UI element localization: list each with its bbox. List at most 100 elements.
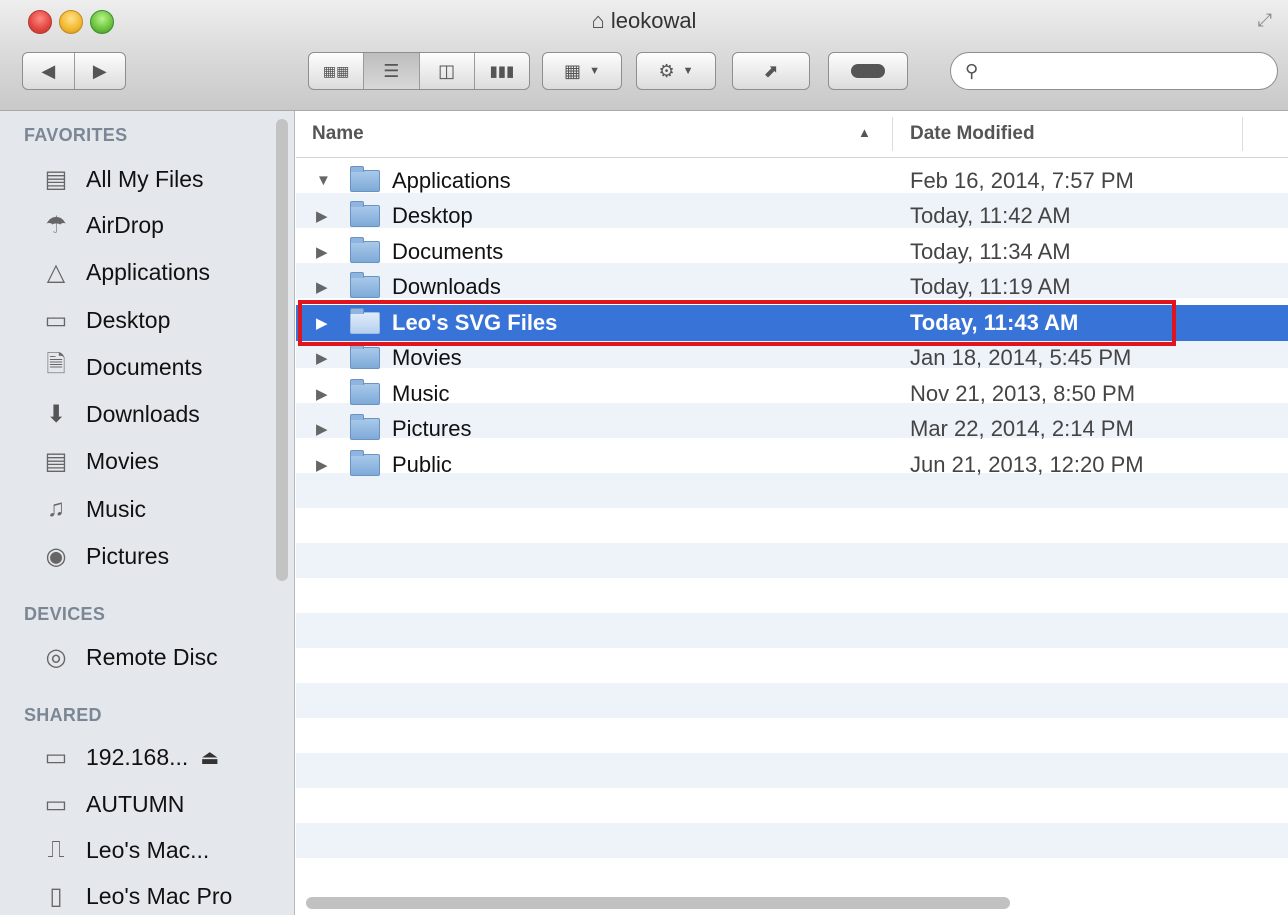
sidebar-item-desktop[interactable]: ▭ Desktop — [40, 300, 171, 340]
titlebar: ⌂ leokowal ⤢ ◀ ▶ ▦▦ ☰ ◫ ▮▮▮ ▦ ▼ ⚙ ▼ ⬈ ⚲ — [0, 0, 1288, 111]
sidebar-item-all-my-files[interactable]: ▤ All My Files — [40, 159, 204, 199]
sidebar-item-label: Pictures — [86, 542, 170, 569]
share-icon: ⬈ — [763, 60, 779, 81]
sidebar-item-label: Documents — [86, 353, 203, 380]
sidebar-item-downloads[interactable]: ⬇ Downloads — [40, 394, 200, 434]
documents-icon: 🗎 — [46, 350, 66, 378]
disclosure-collapsed-icon[interactable]: ▶ — [316, 243, 328, 261]
disclosure-collapsed-icon[interactable]: ▶ — [316, 207, 328, 225]
sidebar-heading-shared: SHARED — [24, 705, 102, 725]
table-row-selected[interactable]: ▶ Leo's SVG Files Today, 11:43 AM — [296, 305, 1288, 341]
back-icon[interactable]: ◀ — [23, 53, 75, 89]
date-modified: Jun 21, 2013, 12:20 PM — [910, 451, 1144, 477]
row-stripe — [296, 648, 1288, 683]
table-row[interactable]: ▶ Music Nov 21, 2013, 8:50 PM — [296, 376, 1288, 412]
file-list: Name ▲ Date Modified ▼ Applications Feb 16… — [296, 111, 1288, 915]
sidebar-item-remote-disc[interactable]: ◎ Remote Disc — [40, 637, 218, 677]
forward-icon[interactable]: ▶ — [75, 53, 126, 89]
column-header-date-modified[interactable]: Date Modified — [910, 111, 1035, 157]
sidebar-item-label: AUTUMN — [86, 790, 185, 817]
disclosure-collapsed-icon[interactable]: ▶ — [316, 314, 328, 332]
list-view-icon[interactable]: ☰ — [364, 53, 420, 89]
row-stripe — [296, 788, 1288, 823]
folder-icon — [350, 307, 380, 334]
sidebar-scrollbar[interactable] — [276, 119, 288, 581]
file-name: Pictures — [392, 416, 472, 442]
table-row[interactable]: ▶ Movies Jan 18, 2014, 5:45 PM — [296, 341, 1288, 377]
sidebar: FAVORITES ▤ All My Files ☂ AirDrop △ Applic… — [0, 111, 295, 915]
sidebar-item-label: AirDrop — [86, 211, 164, 238]
sidebar-item-movies[interactable]: ▤ Movies — [40, 441, 159, 481]
table-row[interactable]: ▶ Desktop Today, 11:42 AM — [296, 199, 1288, 235]
horizontal-scrollbar[interactable] — [306, 897, 1010, 909]
disclosure-collapsed-icon[interactable]: ▶ — [316, 385, 328, 403]
row-stripe — [296, 858, 1288, 893]
sidebar-item-applications[interactable]: △ Applications — [40, 252, 210, 292]
sidebar-item-music[interactable]: ♫ Music — [40, 489, 146, 529]
finder-window: ⌂ leokowal ⤢ ◀ ▶ ▦▦ ☰ ◫ ▮▮▮ ▦ ▼ ⚙ ▼ ⬈ ⚲ … — [0, 0, 1288, 915]
nav-buttons: ◀ ▶ — [22, 52, 126, 90]
date-modified: Feb 16, 2014, 7:57 PM — [910, 167, 1134, 193]
search-input[interactable] — [986, 59, 1277, 83]
cover-flow-icon[interactable]: ▮▮▮ — [475, 53, 529, 89]
column-view-icon[interactable]: ◫ — [420, 53, 475, 89]
folder-icon — [350, 165, 380, 192]
eject-icon[interactable]: ⏏ — [200, 745, 219, 770]
sidebar-item-label: Leo's Mac Pro — [86, 882, 233, 909]
arrange-button[interactable]: ▦ ▼ — [542, 52, 622, 90]
share-button[interactable]: ⬈ — [732, 52, 810, 90]
sidebar-item-pictures[interactable]: ◉ Pictures — [40, 536, 170, 576]
date-modified: Nov 21, 2013, 8:50 PM — [910, 380, 1136, 406]
pictures-icon: ◉ — [45, 542, 67, 570]
column-header-name[interactable]: Name — [312, 111, 364, 157]
fullscreen-icon[interactable]: ⤢ — [1258, 10, 1272, 31]
column-divider[interactable] — [1242, 117, 1243, 151]
table-row[interactable]: ▶ Pictures Mar 22, 2014, 2:14 PM — [296, 412, 1288, 448]
table-row[interactable]: ▶ Public Jun 21, 2013, 12:20 PM — [296, 447, 1288, 483]
movies-icon: ▤ — [44, 447, 68, 475]
sidebar-item-documents[interactable]: 🗎 Documents — [40, 347, 202, 387]
column-divider[interactable] — [892, 117, 893, 151]
tag-toggle-icon — [851, 64, 885, 78]
row-stripe — [296, 823, 1288, 858]
remote-disc-icon: ◎ — [45, 643, 67, 671]
action-button[interactable]: ⚙ ▼ — [636, 52, 716, 90]
row-stripe — [296, 718, 1288, 753]
sidebar-heading-devices: DEVICES — [24, 604, 106, 624]
row-stripe — [296, 543, 1288, 578]
folder-icon — [350, 414, 380, 441]
house-icon: ⌂ — [591, 8, 605, 33]
sidebar-item-label: Applications — [86, 258, 211, 285]
disclosure-collapsed-icon[interactable]: ▶ — [316, 456, 328, 474]
sidebar-item-leos-mac-pro[interactable]: ▯ Leo's Mac Pro — [40, 876, 232, 915]
disclosure-expanded-icon[interactable]: ▼ — [316, 172, 331, 189]
sort-ascending-icon: ▲ — [858, 125, 871, 140]
tag-toggle-button[interactable] — [828, 52, 908, 90]
disclosure-collapsed-icon[interactable]: ▶ — [316, 420, 328, 438]
file-name: Music — [392, 380, 450, 406]
file-rows: ▼ Applications Feb 16, 2014, 7:57 PM ▶ Deskt… — [296, 163, 1288, 483]
file-name: Public — [392, 451, 452, 477]
display-icon: ▭ — [44, 790, 68, 818]
sidebar-item-label: Remote Disc — [86, 643, 218, 670]
window-title: ⌂ leokowal — [0, 8, 1288, 34]
all-files-icon: ▤ — [44, 165, 68, 193]
sidebar-item-label: Downloads — [86, 400, 200, 427]
sidebar-item-leos-mac[interactable]: ⎍ Leo's Mac... — [40, 830, 210, 870]
row-stripe — [296, 508, 1288, 543]
airdrop-icon: ☂ — [45, 211, 67, 239]
sidebar-item-airdrop[interactable]: ☂ AirDrop — [40, 205, 164, 245]
table-row[interactable]: ▶ Documents Today, 11:34 AM — [296, 234, 1288, 270]
icon-view-icon[interactable]: ▦▦ — [309, 53, 365, 89]
table-row[interactable]: ▼ Applications Feb 16, 2014, 7:57 PM — [296, 163, 1288, 199]
sidebar-item-shared-1[interactable]: ▭ 192.168... ⏏ — [40, 737, 220, 777]
sidebar-item-label: Leo's Mac... — [86, 836, 210, 863]
sidebar-item-autumn[interactable]: ▭ AUTUMN — [40, 784, 185, 824]
table-row[interactable]: ▶ Downloads Today, 11:19 AM — [296, 270, 1288, 306]
downloads-icon: ⬇ — [45, 400, 67, 428]
search-field[interactable]: ⚲ — [950, 52, 1278, 90]
disclosure-collapsed-icon[interactable]: ▶ — [316, 278, 328, 296]
applications-icon: △ — [46, 258, 66, 286]
date-modified: Today, 11:34 AM — [910, 238, 1071, 264]
disclosure-collapsed-icon[interactable]: ▶ — [316, 349, 328, 367]
